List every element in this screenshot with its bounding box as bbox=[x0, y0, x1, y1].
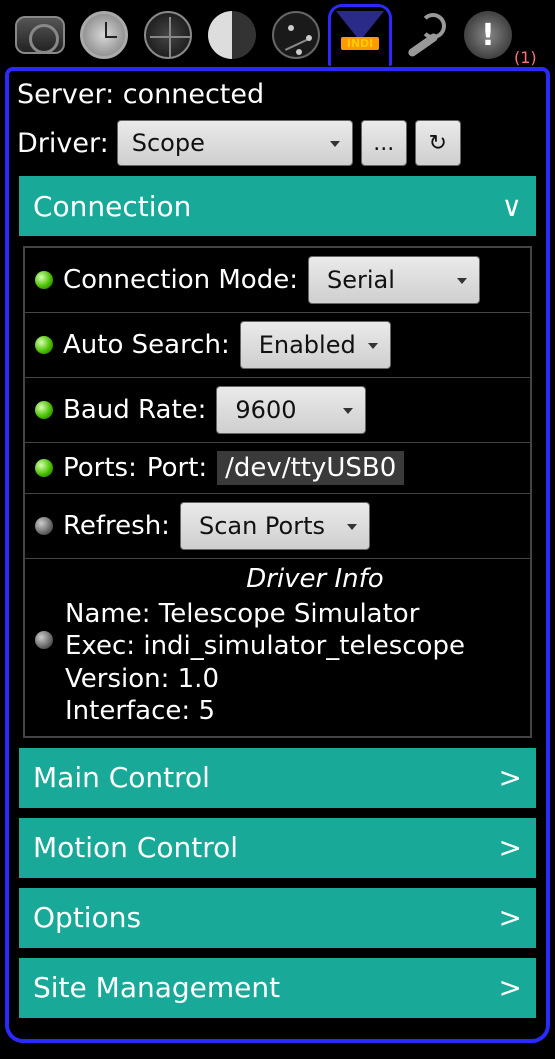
indi-panel: Server: connected Driver: Scope ... ↻ Co… bbox=[5, 67, 550, 1043]
di-iface-label: Interface: bbox=[65, 696, 190, 726]
refresh-label: Refresh: bbox=[63, 511, 170, 541]
main-toolbar: INDI ! (1) bbox=[0, 0, 555, 70]
di-version-label: Version: bbox=[65, 664, 169, 694]
clock-icon bbox=[80, 11, 128, 59]
status-led-icon bbox=[35, 517, 53, 535]
camera-icon bbox=[15, 16, 65, 54]
scan-ports-select[interactable]: Scan Ports bbox=[180, 502, 370, 550]
tab-moon[interactable] bbox=[200, 4, 264, 66]
scan-ports-value: Scan Ports bbox=[199, 512, 325, 540]
di-name-value: Telescope Simulator bbox=[159, 599, 420, 629]
tab-constellations[interactable] bbox=[264, 4, 328, 66]
autosearch-select[interactable]: Enabled bbox=[240, 321, 391, 369]
chevron-right-icon: > bbox=[499, 971, 522, 1004]
driver-more-button[interactable]: ... bbox=[361, 120, 407, 166]
driver-select[interactable]: Scope bbox=[117, 120, 353, 166]
group-main-control-title: Main Control bbox=[33, 761, 210, 794]
group-options-title: Options bbox=[33, 901, 141, 934]
group-connection-body: Connection Mode: Serial Auto Search: Ena… bbox=[23, 246, 532, 738]
alert-icon: ! bbox=[464, 11, 512, 59]
driver-label: Driver: bbox=[17, 128, 109, 159]
constellation-icon bbox=[272, 11, 320, 59]
baud-label: Baud Rate: bbox=[63, 395, 206, 425]
status-led-icon bbox=[35, 271, 53, 289]
group-motion-control-header[interactable]: Motion Control > bbox=[19, 818, 536, 878]
group-site-management-title: Site Management bbox=[33, 971, 280, 1004]
driver-info-title: Driver Info bbox=[165, 563, 465, 596]
chevron-right-icon: > bbox=[499, 831, 522, 864]
alert-badge: (1) bbox=[514, 48, 537, 67]
di-exec-value: indi_simulator_telescope bbox=[143, 631, 465, 661]
ellipsis-icon: ... bbox=[373, 131, 394, 156]
autosearch-value: Enabled bbox=[259, 331, 356, 359]
group-connection-title: Connection bbox=[33, 190, 191, 223]
di-name-label: Name: bbox=[65, 599, 150, 629]
driver-info-block: Driver Info Name: Telescope Simulator Ex… bbox=[65, 563, 465, 728]
connection-mode-value: Serial bbox=[327, 266, 395, 294]
wrench-icon bbox=[400, 11, 448, 59]
refresh-icon: ↻ bbox=[429, 131, 447, 156]
group-options-header[interactable]: Options > bbox=[19, 888, 536, 948]
driver-refresh-button[interactable]: ↻ bbox=[415, 120, 461, 166]
status-led-icon bbox=[35, 336, 53, 354]
group-site-management-header[interactable]: Site Management > bbox=[19, 958, 536, 1018]
driver-value: Scope bbox=[132, 129, 205, 157]
di-iface-value: 5 bbox=[198, 696, 215, 726]
tab-settings[interactable] bbox=[392, 4, 456, 66]
tab-indi[interactable]: INDI bbox=[328, 4, 392, 66]
connection-mode-select[interactable]: Serial bbox=[308, 256, 480, 304]
chevron-down-icon: ∨ bbox=[502, 190, 523, 223]
moon-phase-icon bbox=[208, 11, 256, 59]
chevron-right-icon: > bbox=[499, 901, 522, 934]
server-label: Server: bbox=[17, 79, 114, 110]
baud-select[interactable]: 9600 bbox=[216, 386, 366, 434]
status-led-icon bbox=[35, 459, 53, 477]
status-led-icon bbox=[35, 631, 53, 649]
connection-mode-label: Connection Mode: bbox=[63, 265, 298, 295]
tab-time[interactable] bbox=[72, 4, 136, 66]
autosearch-label: Auto Search: bbox=[63, 330, 230, 360]
di-exec-label: Exec: bbox=[65, 631, 135, 661]
port-input[interactable]: /dev/ttyUSB0 bbox=[217, 451, 404, 485]
chevron-right-icon: > bbox=[499, 761, 522, 794]
status-led-icon bbox=[35, 401, 53, 419]
ports-label: Ports: bbox=[63, 453, 137, 483]
tab-camera[interactable] bbox=[8, 4, 72, 66]
server-status: connected bbox=[123, 79, 264, 110]
di-version-value: 1.0 bbox=[178, 664, 219, 694]
tab-alerts[interactable]: ! bbox=[456, 4, 520, 66]
port-field-label: Port: bbox=[147, 453, 207, 483]
group-connection-header[interactable]: Connection ∨ bbox=[19, 176, 536, 236]
indi-icon: INDI bbox=[334, 11, 386, 63]
tab-target[interactable] bbox=[136, 4, 200, 66]
group-motion-control-title: Motion Control bbox=[33, 831, 238, 864]
crosshair-icon bbox=[144, 11, 192, 59]
baud-value: 9600 bbox=[235, 396, 296, 424]
server-status-line: Server: connected bbox=[15, 75, 540, 120]
group-main-control-header[interactable]: Main Control > bbox=[19, 748, 536, 808]
